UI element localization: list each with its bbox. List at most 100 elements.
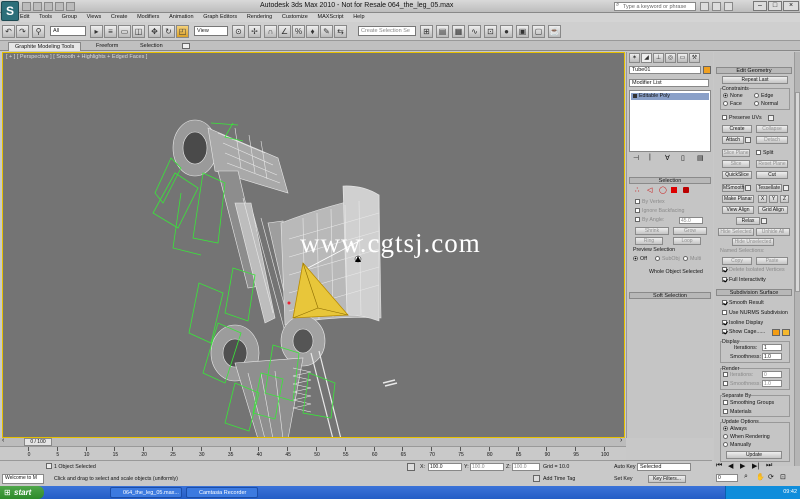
make-planar-button[interactable]: Make Planar [722, 195, 754, 203]
maximize-viewport-icon[interactable]: ⊡ [780, 473, 786, 481]
show-end-result-icon[interactable]: | [649, 154, 651, 161]
command-panel-scrollbar[interactable] [794, 52, 800, 466]
menu-modifiers[interactable]: Modifiers [137, 13, 159, 22]
update-button[interactable]: Update [726, 451, 782, 459]
edit-named-selections-icon[interactable]: ✎ [320, 25, 333, 38]
lock-selection-icon[interactable] [46, 463, 52, 469]
tab-freeform[interactable]: Freeform [90, 42, 124, 51]
render-smoothness-checkbox[interactable]: Smoothness: [723, 381, 761, 387]
zoom-icon[interactable]: ⌕ [744, 473, 748, 481]
relax-settings-icon[interactable] [761, 218, 767, 224]
render-production-icon[interactable]: ☕ [548, 25, 561, 38]
copy-button[interactable]: Copy [722, 257, 752, 265]
planar-z-button[interactable]: Z [780, 195, 789, 203]
add-time-tag-button[interactable]: Add Time Tag [543, 476, 575, 482]
soft-selection-rollout-header[interactable]: Soft Selection [629, 292, 711, 299]
update-manually-radio[interactable]: Manually [723, 442, 751, 448]
object-name-field[interactable]: Tube01 [629, 66, 701, 74]
select-link-icon[interactable]: ⚲ [32, 25, 45, 38]
display-tab-icon[interactable]: ▭ [677, 53, 688, 63]
current-frame-field[interactable]: 0 [716, 474, 738, 482]
modifier-list-dropdown[interactable]: Modifier List [629, 79, 709, 87]
quick-access-open-icon[interactable] [33, 2, 42, 11]
render-smoothness-spinner[interactable]: 1.0 [762, 380, 782, 387]
graphite-toggle-icon[interactable]: ▦ [452, 25, 465, 38]
select-manipulate-icon[interactable]: ✢ [248, 25, 261, 38]
border-icon[interactable]: ◯ [659, 186, 667, 194]
star-icon[interactable] [712, 2, 721, 11]
taskbar-3dsmax[interactable]: 064_the_leg_05.max... [110, 487, 182, 498]
display-smoothness-spinner[interactable]: 1.0 [762, 353, 782, 360]
menu-create[interactable]: Create [111, 13, 128, 22]
msmooth-button[interactable]: MSmooth [722, 184, 744, 192]
key-mode-dropdown[interactable]: Selected [637, 463, 691, 471]
constraint-face-radio[interactable]: Face [723, 101, 742, 107]
slice-button[interactable]: Slice [722, 160, 750, 168]
pin-stack-icon[interactable]: ⊣ [633, 154, 639, 162]
edge-icon[interactable]: ◁ [647, 186, 652, 194]
material-editor-icon[interactable]: ● [500, 25, 513, 38]
orbit-icon[interactable]: ⟳ [768, 473, 774, 481]
curve-editor-icon[interactable]: ∿ [468, 25, 481, 38]
select-and-move-icon[interactable]: ✥ [148, 25, 161, 38]
window-crossing-icon[interactable]: ◫ [132, 25, 145, 38]
polygon-icon[interactable] [671, 187, 677, 193]
expand-icon[interactable] [633, 94, 637, 98]
taskbar-camtasia[interactable]: Camtasia Recorder [186, 487, 258, 498]
z-coordinate-field[interactable]: 100.0 [512, 463, 540, 471]
select-by-name-icon[interactable]: ≡ [104, 25, 117, 38]
update-when-rendering-radio[interactable]: When Rendering [723, 434, 770, 440]
snaps-toggle-icon[interactable]: ∩ [264, 25, 277, 38]
named-selection-sets-dropdown[interactable]: Create Selection Se [358, 26, 416, 36]
x-coordinate-field[interactable]: 100.0 [428, 463, 462, 471]
tessellate-button[interactable]: Tessellate [756, 184, 782, 192]
render-iterations-spinner[interactable]: 0 [762, 371, 782, 378]
use-nurms-checkbox[interactable]: Use NURMS Subdivision [722, 310, 788, 316]
split-checkbox[interactable]: Split [756, 150, 773, 156]
quick-access-save-icon[interactable] [44, 2, 53, 11]
smooth-result-checkbox[interactable]: Smooth Result [722, 300, 764, 306]
preserve-uvs-settings-icon[interactable] [768, 115, 774, 121]
motion-tab-icon[interactable]: ◎ [665, 53, 676, 63]
mirror-icon[interactable]: ⇆ [334, 25, 347, 38]
shrink-button[interactable]: Shrink [635, 227, 669, 235]
view-align-button[interactable]: View Align [722, 206, 754, 214]
cage-color-swatch-2[interactable] [782, 329, 790, 336]
menu-graph-editors[interactable]: Graph Editors [203, 13, 237, 22]
grow-button[interactable]: Grow [673, 227, 707, 235]
previous-frame-icon[interactable]: ‹ [2, 437, 4, 444]
render-setup-icon[interactable]: ▣ [516, 25, 529, 38]
reference-coordinate-dropdown[interactable]: View [194, 26, 228, 36]
auto-key-button[interactable]: Auto Key [614, 464, 636, 470]
by-angle-checkbox[interactable]: By Angle: [635, 217, 664, 223]
hierarchy-tab-icon[interactable]: ⊥ [653, 53, 664, 63]
loop-button[interactable]: Loop [673, 237, 701, 245]
preserve-uvs-checkbox[interactable]: Preserve UVs [722, 115, 762, 121]
element-icon[interactable] [683, 187, 689, 193]
time-slider[interactable]: 0 / 100 ‹ › [0, 437, 626, 446]
by-vertex-checkbox[interactable]: By Vertex [635, 199, 665, 205]
msmooth-settings-icon[interactable] [745, 185, 751, 191]
play-icon[interactable]: ▶ [740, 462, 745, 470]
constraint-normal-radio[interactable]: Normal [754, 101, 778, 107]
menu-customize[interactable]: Customize [282, 13, 308, 22]
menu-tools[interactable]: Tools [39, 13, 52, 22]
constraint-edge-radio[interactable]: Edge [754, 93, 773, 99]
materials-checkbox[interactable]: Materials [723, 409, 752, 415]
isoline-display-checkbox[interactable]: Isoline Display [722, 320, 763, 326]
unhide-all-button[interactable]: Unhide All [756, 228, 790, 236]
reset-plane-button[interactable]: Reset Plane [756, 160, 788, 168]
full-interactivity-checkbox[interactable]: Full Interactivity [722, 277, 766, 283]
object-color-swatch[interactable] [703, 66, 711, 74]
menu-maxscript[interactable]: MAXScript [318, 13, 344, 22]
tessellate-settings-icon[interactable] [783, 185, 789, 191]
delete-isolated-checkbox[interactable]: Delete Isolated Vertices [722, 267, 785, 273]
edit-geometry-rollout-header[interactable]: Edit Geometry [716, 67, 792, 74]
menu-views[interactable]: Views [87, 13, 102, 22]
perspective-viewport[interactable]: [ + ] [ Perspective ] [ Smooth + Highlig… [2, 52, 625, 438]
y-coordinate-field[interactable]: 100.0 [470, 463, 504, 471]
quick-access-new-icon[interactable] [22, 2, 31, 11]
absolute-mode-icon[interactable] [407, 463, 415, 471]
vertex-icon[interactable]: ∴ [635, 186, 639, 194]
make-unique-icon[interactable]: ∀ [665, 154, 670, 162]
